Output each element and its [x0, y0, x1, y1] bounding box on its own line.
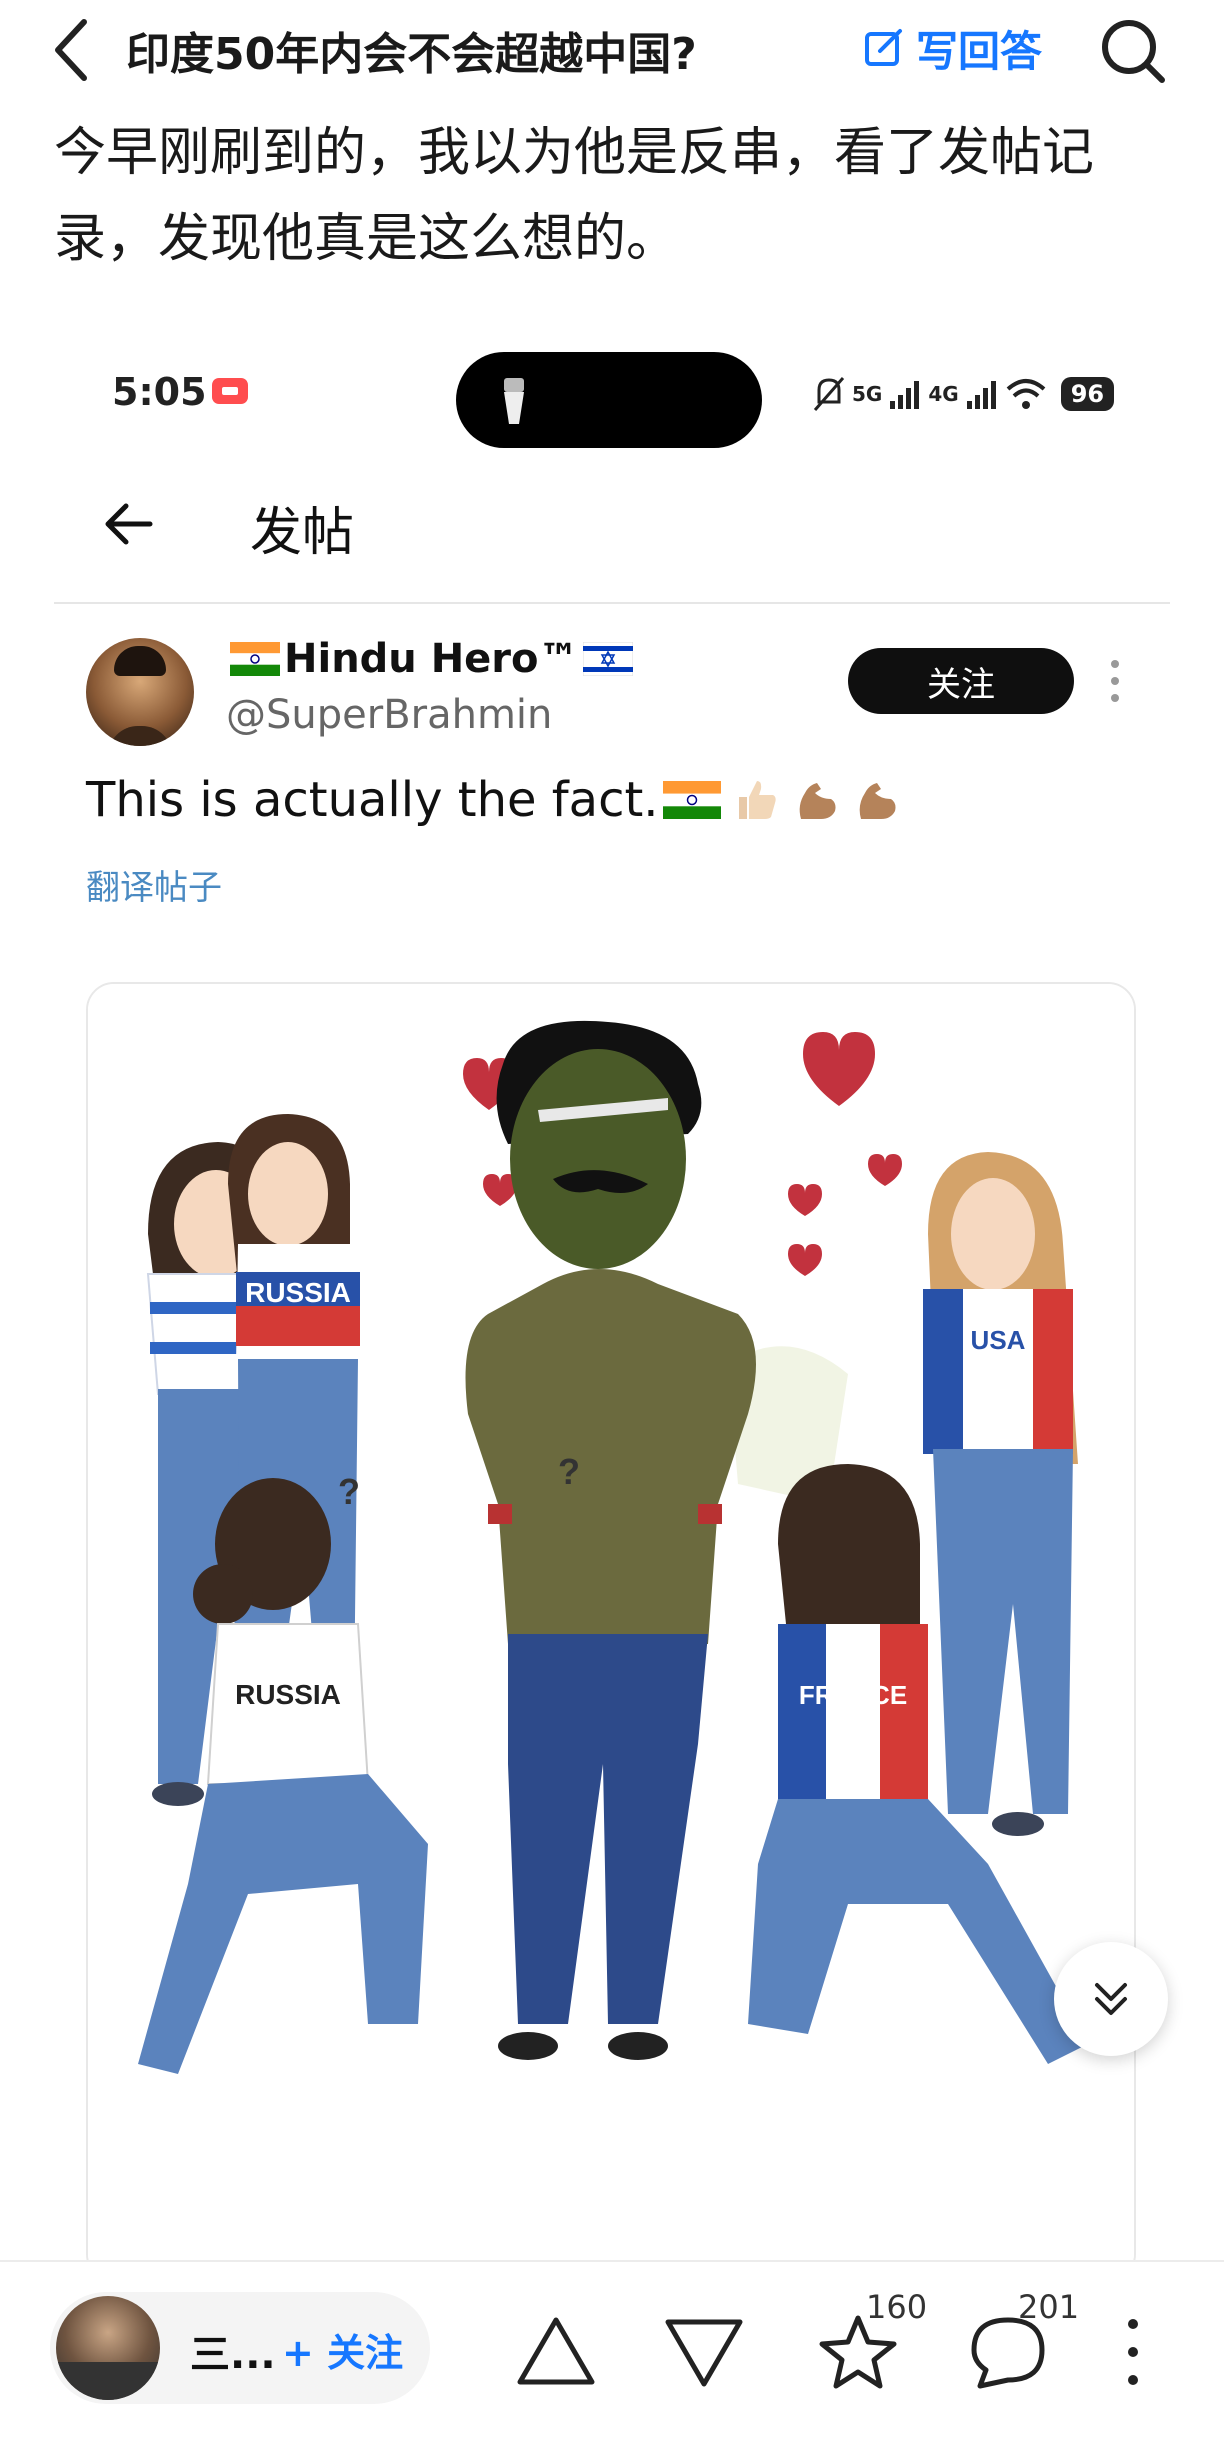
search-icon[interactable]: [1096, 14, 1170, 88]
status-time: 5:05: [112, 370, 207, 414]
post-header: 发帖: [0, 470, 1224, 580]
favorite-count: 160: [866, 2288, 928, 2326]
shirt-label-usa: USA: [971, 1325, 1026, 1355]
shirt-label-russia-2: RUSSIA: [235, 1679, 341, 1710]
comment-count: 201: [1018, 2288, 1080, 2326]
double-chevron-down-icon: [1095, 1983, 1127, 2015]
bottom-action-bar: 三... + 关注 160 201: [0, 2260, 1224, 2464]
triangle-up-icon: [517, 2317, 595, 2385]
avatar[interactable]: [56, 2296, 160, 2400]
write-answer-label: 写回答: [916, 26, 1043, 76]
shirt-label-france: FRANCE: [799, 1680, 907, 1710]
upvote-button[interactable]: [506, 2302, 606, 2402]
record-indicator-icon: [212, 378, 248, 404]
flexed-biceps-icon: [859, 783, 896, 819]
author-name: 三...: [190, 2332, 276, 2378]
scroll-down-button[interactable]: [1054, 1942, 1168, 2056]
edit-icon: [865, 29, 902, 66]
follow-author-button[interactable]: + 关注: [282, 2322, 403, 2377]
wifi-icon: [1006, 379, 1046, 409]
more-options-icon[interactable]: [1100, 656, 1130, 706]
post-image[interactable]: RUSSIA USA RUSSIA FRANCE ? ?: [86, 982, 1136, 2260]
post-header-title: 发帖: [250, 503, 355, 563]
flexed-biceps-icon: [799, 783, 836, 819]
post-text-label: This is actually the fact.: [86, 772, 659, 828]
back-chevron-icon[interactable]: [44, 14, 104, 84]
user-handle: @SuperBrahmin: [226, 692, 553, 738]
user-name-label: Hindu Hero™: [284, 636, 579, 682]
arrow-back-icon[interactable]: [100, 496, 156, 552]
india-flag-icon: [230, 642, 280, 676]
mute-bell-icon: [813, 377, 845, 411]
divider: [54, 602, 1170, 604]
question-description: 今早刚刷到的，我以为他是反串，看了发帖记录，发现他真是这么想的。: [54, 123, 1095, 269]
svg-text:?: ?: [338, 1471, 360, 1512]
triangle-down-icon: [665, 2319, 743, 2387]
illustration: RUSSIA USA RUSSIA FRANCE ? ?: [88, 984, 1134, 2260]
translate-post-link[interactable]: 翻译帖子: [86, 860, 222, 909]
signal-bars-icon: [966, 381, 996, 409]
more-menu-icon[interactable]: [1118, 2312, 1148, 2392]
battery-level: 96: [1060, 377, 1115, 411]
flashlight-icon: [504, 378, 524, 424]
shirt-label-russia: RUSSIA: [245, 1277, 351, 1308]
embedded-screenshot: 5:05 5G 4G 96 发帖 Hindu Hero™ @SuperBrahm…: [0, 340, 1224, 2260]
dynamic-island: [456, 352, 762, 448]
avatar[interactable]: [86, 638, 194, 746]
status-icons: 5G 4G 96: [812, 370, 1115, 418]
write-answer-button[interactable]: 写回答: [862, 18, 1042, 78]
page-title: 印度50年内会不会超越中国?: [126, 29, 697, 80]
network-4g-label: 4G: [928, 382, 959, 406]
thumbs-up-icon: [738, 781, 776, 819]
author-pill[interactable]: 三... + 关注: [50, 2292, 430, 2404]
svg-text:?: ?: [558, 1451, 580, 1492]
signal-bars-icon: [890, 381, 920, 409]
follow-button[interactable]: 关注: [848, 648, 1074, 714]
user-display-name[interactable]: Hindu Hero™: [226, 636, 637, 682]
top-bar: 印度50年内会不会超越中国? 写回答: [0, 0, 1224, 100]
network-5g-label: 5G: [852, 382, 883, 406]
india-flag-icon: [662, 781, 721, 819]
downvote-button[interactable]: [654, 2302, 754, 2402]
post-text: This is actually the fact.: [86, 772, 901, 828]
israel-flag-icon: [582, 642, 633, 676]
